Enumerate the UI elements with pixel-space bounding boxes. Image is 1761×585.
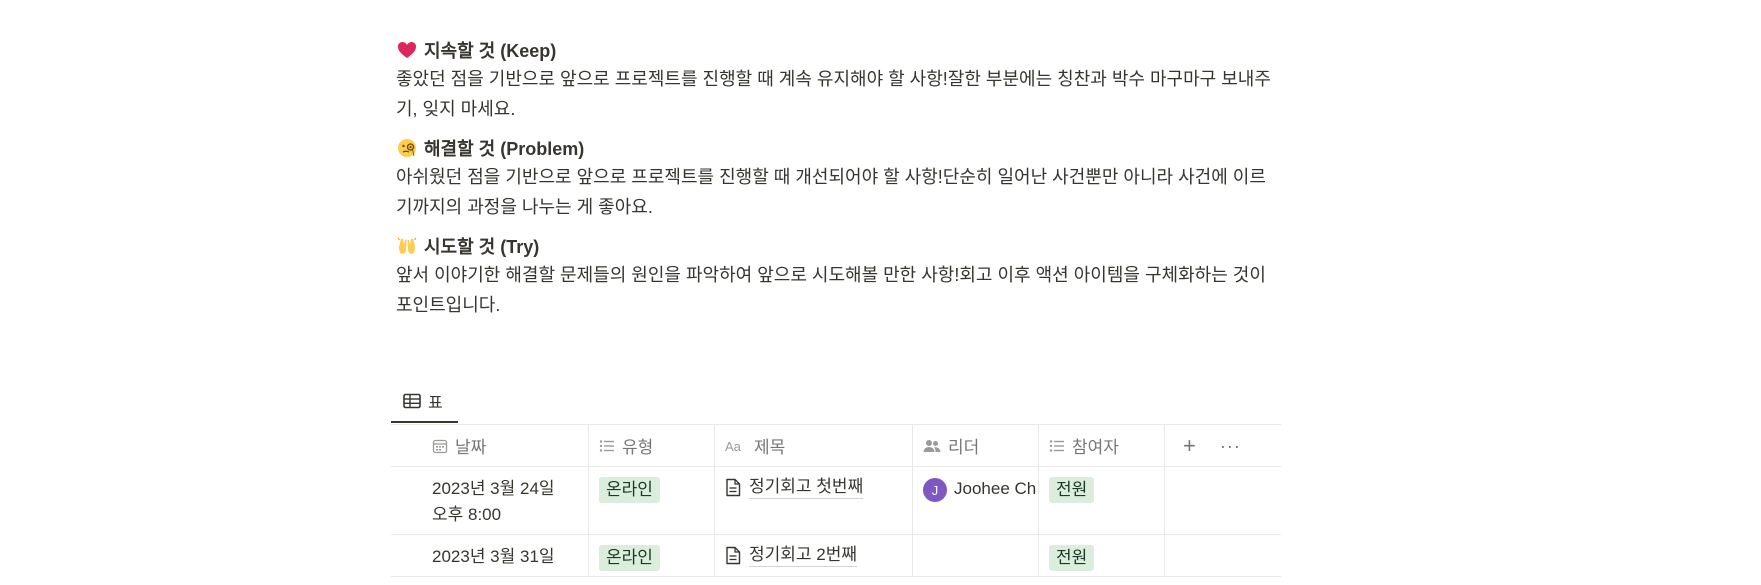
- keep-description: 좋았던 점을 기반으로 앞으로 프로젝트를 진행할 때 계속 유지해야 할 사항…: [396, 69, 1271, 119]
- avatar: J: [923, 478, 947, 502]
- type-tag: 온라인: [599, 477, 660, 503]
- try-description: 앞서 이야기한 해결할 문제들의 원인을 파악하여 앞으로 시도해볼 만한 사항…: [396, 265, 1266, 315]
- date-line: 2023년 3월 24일: [432, 479, 555, 498]
- calendar-icon: [432, 439, 448, 453]
- retro-database-table: 날짜 유형 Aa 제목 리더 참여자 + ··· 2023년 3월 24일 오후…: [391, 424, 1281, 577]
- table-header: 날짜 유형 Aa 제목 리더 참여자 + ···: [391, 425, 1281, 467]
- retro-guide: 지속할 것 (Keep) 좋았던 점을 기반으로 앞으로 프로젝트를 진행할 때…: [396, 36, 1281, 330]
- participants-tag: 전원: [1049, 545, 1095, 571]
- list-icon: [1049, 439, 1064, 452]
- table-row[interactable]: 2023년 3월 24일 오후 8:00 온라인 정기회고 첫번째 J Jooh…: [391, 467, 1281, 535]
- text-aa-icon: Aa: [725, 439, 742, 453]
- column-header-participants[interactable]: 참여자: [1039, 425, 1165, 466]
- keep-heading: 지속할 것 (Keep): [396, 36, 1281, 64]
- time-line: 오후 8:00: [432, 505, 502, 524]
- problem-section: 해결할 것 (Problem) 아쉬웠던 점을 기반으로 앞으로 프로젝트를 진…: [396, 134, 1281, 222]
- column-label: 날짜: [455, 438, 487, 457]
- people-icon: [923, 439, 941, 452]
- column-label: 유형: [622, 438, 654, 457]
- column-header-type[interactable]: 유형: [589, 425, 715, 466]
- keep-section: 지속할 것 (Keep) 좋았던 점을 기반으로 앞으로 프로젝트를 진행할 때…: [396, 36, 1281, 124]
- problem-description: 아쉬웠던 점을 기반으로 앞으로 프로젝트를 진행할 때 개선되어야 할 사항!…: [396, 167, 1266, 217]
- type-tag: 온라인: [599, 545, 660, 571]
- more-options-button[interactable]: ···: [1220, 437, 1241, 455]
- page-title: 정기회고 첫번째: [749, 476, 864, 499]
- title-cell[interactable]: 정기회고 2번째: [715, 535, 913, 576]
- document-icon: [726, 546, 741, 565]
- column-label: 참여자: [1072, 438, 1119, 457]
- problem-title: 해결할 것 (Problem): [424, 139, 585, 159]
- person-chip: J Joohee Ch: [923, 476, 1036, 502]
- page-link[interactable]: 정기회고 첫번째: [725, 476, 864, 499]
- table-icon: [403, 393, 421, 408]
- date-value: 2023년 3월 24일 오후 8:00: [432, 476, 555, 528]
- keep-title: 지속할 것 (Keep): [424, 41, 557, 61]
- table-row[interactable]: 2023년 3월 31일 온라인 정기회고 2번째 전원: [391, 535, 1281, 577]
- date-cell[interactable]: 2023년 3월 31일: [391, 535, 589, 576]
- column-header-leader[interactable]: 리더: [913, 425, 1039, 466]
- problem-heading: 해결할 것 (Problem): [396, 134, 1281, 162]
- column-actions: + ···: [1165, 425, 1281, 466]
- participants-cell[interactable]: 전원: [1039, 535, 1165, 576]
- column-label: 리더: [948, 438, 980, 457]
- try-heading: 시도할 것 (Try): [396, 232, 1281, 260]
- page-title: 정기회고 2번째: [749, 544, 858, 567]
- leader-cell[interactable]: [913, 535, 1039, 576]
- tab-table-label: 표: [428, 394, 443, 412]
- title-cell[interactable]: 정기회고 첫번째: [715, 467, 913, 534]
- list-icon: [599, 439, 614, 452]
- red-heart-icon: [396, 39, 418, 61]
- page-link[interactable]: 정기회고 2번째: [725, 544, 858, 567]
- tab-table-view[interactable]: 표: [391, 380, 458, 423]
- empty-cell: [1165, 467, 1281, 534]
- raising-hands-icon: [396, 235, 418, 257]
- person-name: Joohee Ch: [954, 479, 1037, 498]
- try-title: 시도할 것 (Try): [424, 237, 540, 257]
- empty-cell: [1165, 535, 1281, 576]
- column-header-date[interactable]: 날짜: [391, 425, 589, 466]
- column-label: 제목: [754, 438, 786, 457]
- document-icon: [726, 478, 741, 497]
- date-value: 2023년 3월 31일: [432, 547, 555, 566]
- column-header-title[interactable]: Aa 제목: [715, 425, 913, 466]
- leader-cell[interactable]: J Joohee Ch: [913, 467, 1039, 534]
- try-section: 시도할 것 (Try) 앞서 이야기한 해결할 문제들의 원인을 파악하여 앞으…: [396, 232, 1281, 320]
- participants-tag: 전원: [1049, 477, 1095, 503]
- type-cell[interactable]: 온라인: [589, 467, 715, 534]
- participants-cell[interactable]: 전원: [1039, 467, 1165, 534]
- add-property-button[interactable]: +: [1183, 434, 1196, 457]
- type-cell[interactable]: 온라인: [589, 535, 715, 576]
- face-with-monocle-icon: [396, 137, 418, 159]
- svg-text:Aa: Aa: [725, 439, 742, 453]
- date-cell[interactable]: 2023년 3월 24일 오후 8:00: [391, 467, 589, 534]
